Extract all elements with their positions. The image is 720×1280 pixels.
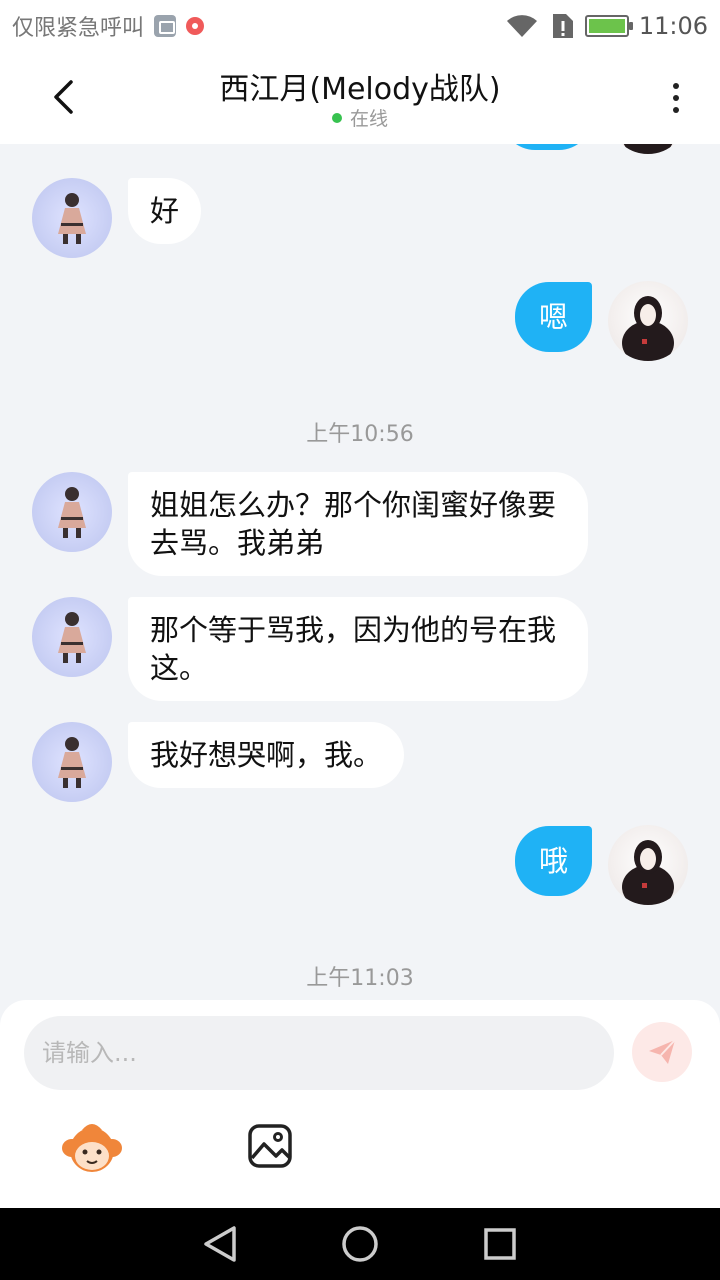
wifi-icon [506, 15, 537, 37]
system-navigation-bar [0, 1208, 720, 1280]
image-button[interactable] [246, 1122, 294, 1170]
message-bubble[interactable]: 好 [128, 178, 202, 244]
more-options-button[interactable] [656, 76, 696, 120]
contact-avatar[interactable] [32, 597, 112, 677]
nav-home-icon [342, 1226, 378, 1262]
contact-avatar-image [58, 612, 86, 663]
my-avatar-image [622, 840, 674, 905]
nav-back-button[interactable] [195, 1219, 245, 1269]
message-input-container [24, 1016, 614, 1090]
message-bubble[interactable]: 姐姐怎么办？那个你闺蜜好像要去骂。我弟弟 [128, 472, 588, 576]
more-vertical-icon [673, 83, 679, 89]
status-bar: 仅限紧急呼叫 11:06 [0, 0, 720, 52]
nav-home-button[interactable] [335, 1219, 385, 1269]
message-text: 好 [150, 194, 180, 228]
online-status-label: 在线 [349, 108, 388, 130]
timestamp-divider: 上午10:56 [306, 422, 414, 447]
clock-text: 11:06 [638, 12, 708, 40]
message-bubble[interactable]: 嗯 [514, 282, 592, 352]
message-input[interactable] [42, 1039, 596, 1067]
contact-avatar-image [58, 737, 86, 788]
message-row: 好 [0, 178, 720, 258]
message-row: 哦 [0, 825, 720, 905]
message-row: 姐姐怎么办？那个你闺蜜好像要去骂。我弟弟 [0, 472, 720, 576]
message-bubble[interactable]: 哦 [514, 826, 592, 896]
nav-back-icon [204, 1226, 236, 1262]
message-row-partial [0, 144, 720, 154]
emoji-icon [62, 1124, 122, 1172]
my-avatar-image [622, 296, 674, 361]
message-row: 我好想哭啊，我。 [0, 722, 720, 802]
message-text: 那个等于骂我，因为他的号在我这。 [150, 613, 557, 685]
online-status: 在线 [0, 104, 720, 131]
send-icon [649, 1039, 676, 1064]
message-bubble[interactable]: 我好想哭啊，我。 [128, 722, 405, 788]
message-text: 姐姐怎么办？那个你闺蜜好像要去骂。我弟弟 [150, 488, 557, 560]
chat-header: 西江月(Melody战队) 在线 [0, 52, 720, 144]
my-avatar[interactable] [608, 825, 688, 905]
my-avatar[interactable] [608, 144, 688, 154]
nav-recents-icon [484, 1228, 516, 1260]
contact-avatar-image [58, 193, 86, 244]
nav-recents-button[interactable] [475, 1219, 525, 1269]
message-text: 嗯 [538, 300, 568, 334]
image-icon [248, 1124, 292, 1168]
chat-message-list[interactable]: 好 嗯 上午10:56 姐姐怎么办？那个你闺蜜好像要去骂。我弟弟 那个等于骂我，… [0, 144, 720, 1000]
online-dot-icon [331, 112, 342, 123]
my-avatar[interactable] [608, 281, 688, 361]
message-text: 我好想哭啊，我。 [150, 738, 383, 772]
contact-avatar[interactable] [32, 178, 112, 258]
battery-icon [584, 15, 633, 37]
record-notification-icon [186, 17, 205, 35]
contact-avatar[interactable] [32, 722, 112, 802]
message-bubble-partial [502, 144, 592, 150]
message-bubble[interactable]: 那个等于骂我，因为他的号在我这。 [128, 597, 588, 701]
message-row: 嗯 [0, 281, 720, 361]
timestamp-divider: 上午11:03 [306, 966, 414, 991]
gallery-notification-icon [154, 15, 177, 37]
contact-avatar-image [58, 487, 86, 538]
sim-alert-icon [552, 14, 573, 38]
message-row: 那个等于骂我，因为他的号在我这。 [0, 597, 720, 701]
emoji-button[interactable] [60, 1118, 124, 1176]
send-button[interactable] [632, 1022, 692, 1082]
chat-title: 西江月(Melody战队) [219, 72, 501, 107]
input-panel [0, 1000, 720, 1208]
message-text: 哦 [538, 844, 568, 878]
carrier-text: 仅限紧急呼叫 [12, 16, 145, 41]
my-avatar-image [623, 144, 673, 154]
contact-avatar[interactable] [32, 472, 112, 552]
